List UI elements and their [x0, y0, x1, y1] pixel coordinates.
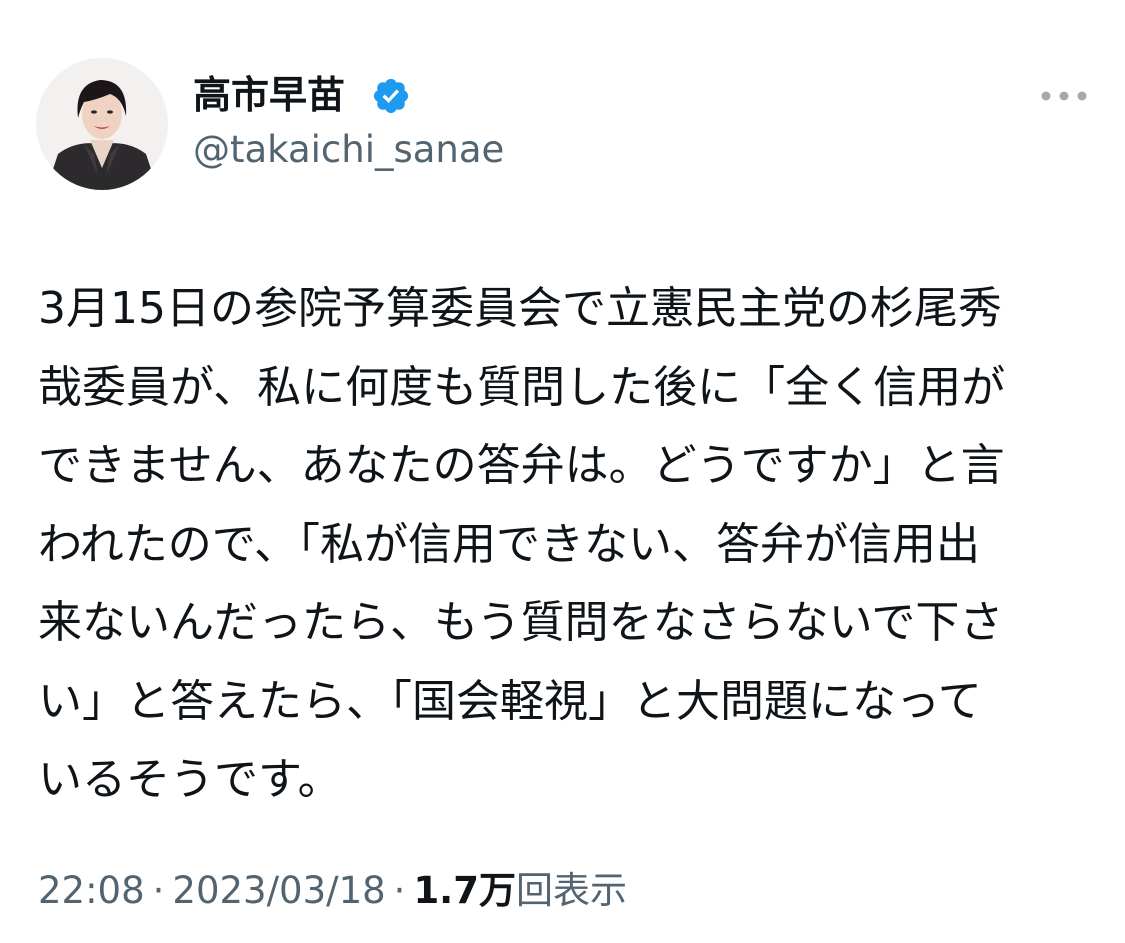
meta-separator: ·	[393, 869, 406, 912]
views-label: 回表示	[515, 869, 627, 912]
tweet-text: 3月15日の参院予算委員会で立憲民主党の杉尾秀 哉委員が、私に何度も質問した後に…	[38, 270, 1098, 820]
meta-separator: ·	[152, 869, 165, 912]
tweet-text-line: 哉委員が、私に何度も質問した後に「全く信用が	[38, 361, 1006, 413]
tweet-date[interactable]: 2023/03/18	[172, 869, 385, 912]
more-options-icon[interactable]	[1036, 80, 1092, 112]
avatar[interactable]	[36, 58, 168, 190]
profile-photo-icon	[36, 58, 168, 190]
tweet-card: 高市早苗 @takaichi_sanae 3月15日の参院予算委員会で立憲民主党…	[0, 0, 1125, 943]
tweet-text-line: われたので、「私が信用できない、答弁が信用出	[38, 518, 981, 570]
tweet-text-line: 来ないんだったら、もう質問をなさらないで下さ	[38, 597, 1004, 648]
tweet-time[interactable]: 22:08	[38, 869, 145, 912]
tweet-text-line: 3月15日の参院予算委員会で立憲民主党の杉尾秀	[38, 283, 1002, 334]
tweet-text-line: できません、あなたの答弁は。どうですか」と言	[38, 440, 1005, 491]
user-handle[interactable]: @takaichi_sanae	[193, 128, 504, 172]
tweet-meta: 22:08 · 2023/03/18 · 1.7万回表示	[38, 866, 627, 916]
display-name[interactable]: 高市早苗	[193, 72, 345, 118]
views-count: 1.7万	[413, 869, 516, 912]
verified-badge-icon	[373, 78, 409, 114]
tweet-text-line: いるそうです。	[38, 754, 342, 805]
tweet-text-line: い」と答えたら、「国会軽視」と大問題になって	[38, 675, 982, 727]
